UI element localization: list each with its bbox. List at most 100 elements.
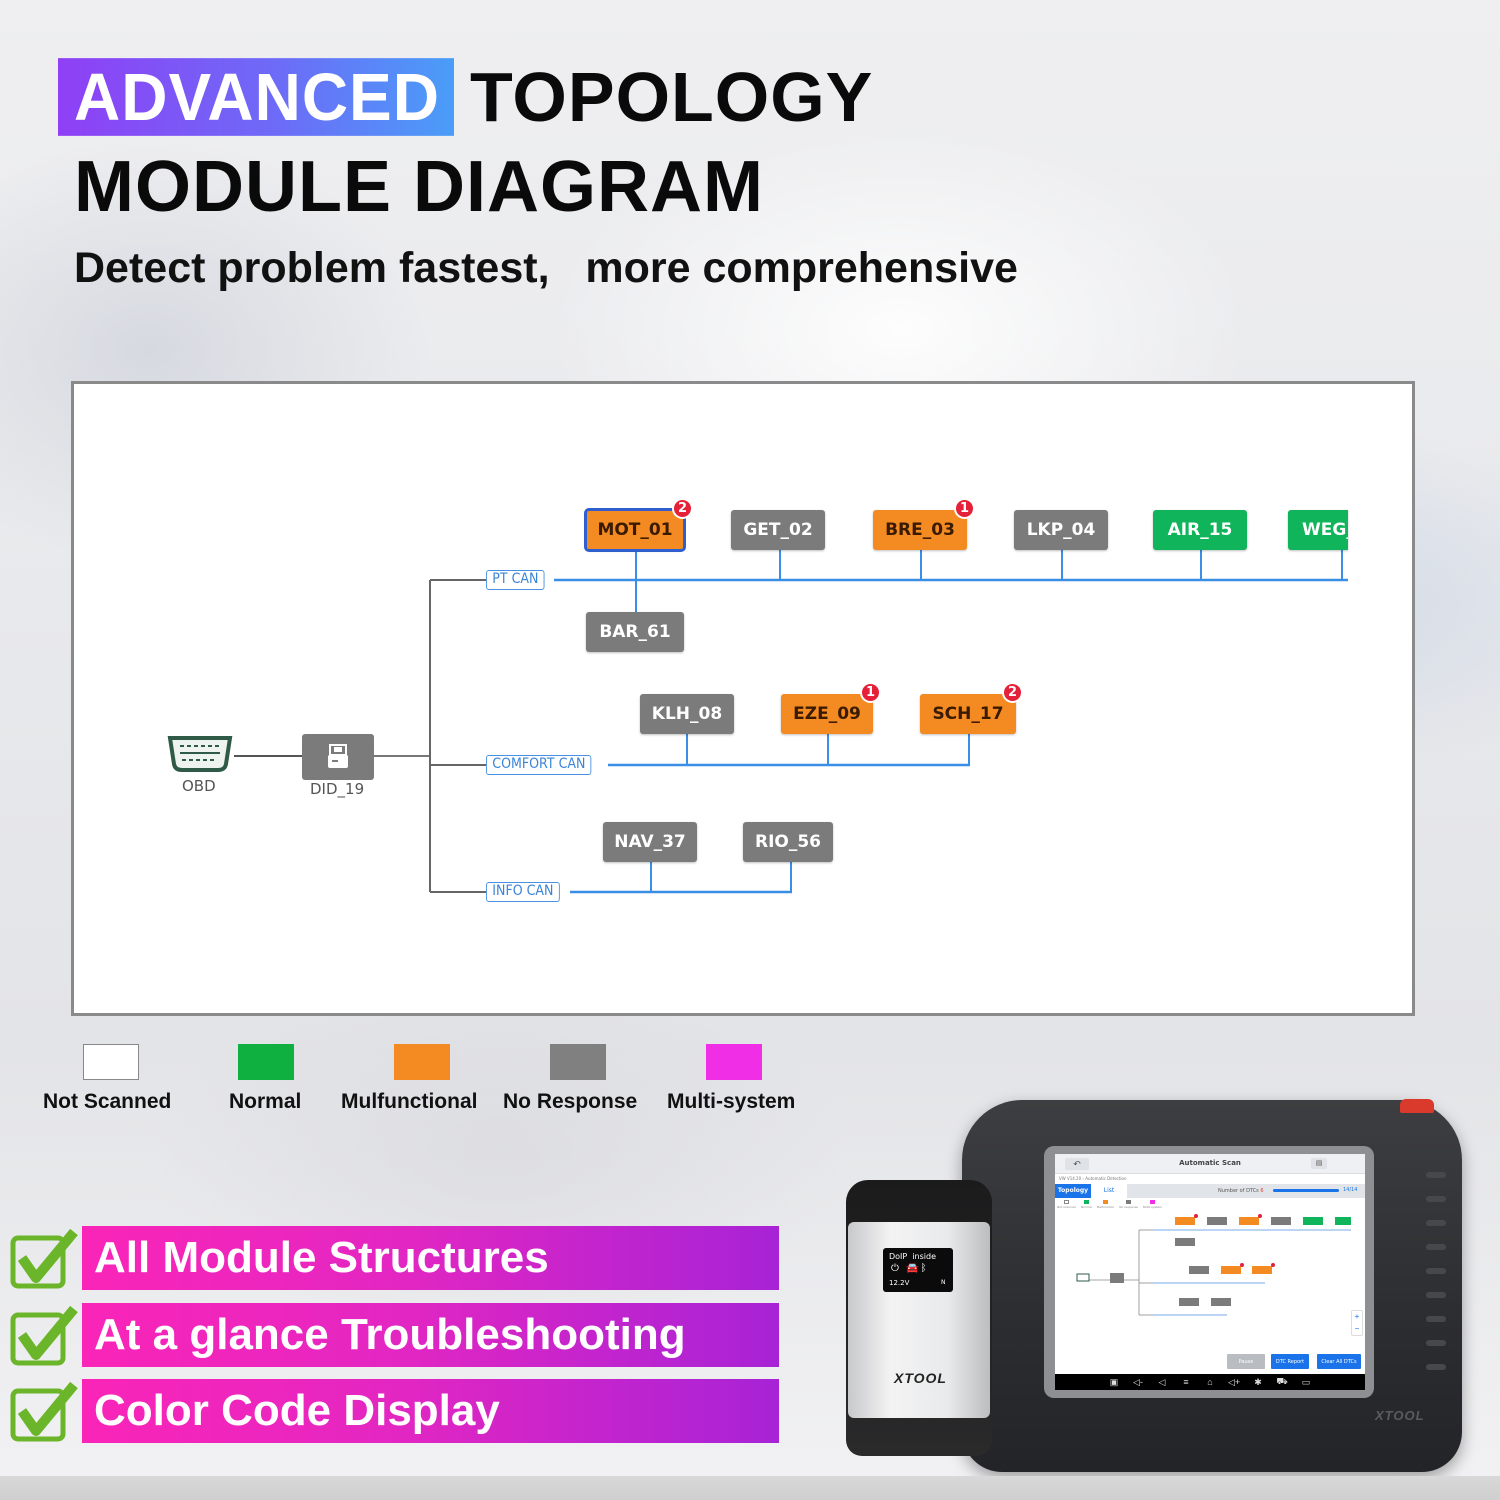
module-node[interactable]: WEG_ [1288,510,1348,550]
tab-topology[interactable]: Topology [1055,1184,1091,1198]
module-id: SCH_17 [932,704,1004,724]
screen-legend-item: Not scanned [1057,1200,1076,1209]
module-id: BRE_03 [885,520,955,540]
module-node[interactable]: NAV_37 [603,822,697,862]
module-id: KLH_08 [651,704,723,724]
vci-status-icons: ⏻ 🚘ᛒ [891,1263,929,1274]
checkbox-checked-icon [10,1305,78,1366]
zoom-controls: + − [1351,1310,1363,1336]
message-icon[interactable]: ▤ [1311,1158,1327,1169]
dtc-count-badge: 2 [672,498,693,519]
pause-button[interactable]: Pause [1227,1354,1265,1369]
module-node[interactable]: KLH_08 [640,694,734,734]
settings-icon[interactable]: ✱ [1252,1377,1264,1388]
module-node[interactable]: BAR_61 [586,612,684,652]
menu-icon[interactable]: ≡ [1180,1377,1192,1387]
back-icon[interactable]: ◁ [1156,1377,1168,1388]
legend-item-not-scanned [83,1044,139,1080]
screen-legend-item: Multi-system [1143,1200,1162,1209]
topology-diagram-panel: OBD DID_19 PT CAN COMFORT CAN INFO CAN M… [71,381,1415,1016]
legend-swatch [550,1044,606,1080]
mini-topology-diagram [1076,1214,1351,1316]
gateway-label: DID_19 [310,780,365,798]
module-id: EZE_09 [793,704,861,724]
tab-list[interactable]: List [1091,1184,1127,1198]
screen-breadcrumb: VW V14.20 › Automatic Detection [1059,1176,1127,1181]
legend-label: Not Scanned [43,1090,172,1113]
bus-label-pt-can[interactable]: PT CAN [486,570,545,590]
tablet-brand-logo: XTOOL [1375,1408,1425,1423]
dtc-count-badge: 2 [1002,682,1023,703]
checkbox-checked-icon [10,1381,78,1442]
dtc-count-label: Number of DTCs 6 [1218,1188,1264,1194]
feature-label: All Module Structures [82,1226,779,1290]
legend-swatch [83,1044,139,1080]
feature-label: At a glance Troubleshooting [82,1303,779,1367]
feature-label: Color Code Display [82,1379,779,1443]
screenshot-icon[interactable]: ▣ [1108,1377,1120,1388]
legend-swatch [706,1044,762,1080]
module-id: AIR_15 [1167,520,1233,540]
module-id: RIO_56 [754,832,822,852]
dtc-count-badge: 1 [954,498,975,519]
vci-mode: N [941,1279,946,1286]
volume-down-icon[interactable]: ◁- [1132,1377,1144,1388]
module-node[interactable]: RIO_56 [743,822,833,862]
module-id: GET_02 [743,520,813,540]
module-id: NAV_37 [614,832,686,852]
screen-tab-bar: Topology List Number of DTCs 6 14/14 [1055,1184,1365,1198]
dtc-report-button[interactable]: DTC Report [1271,1354,1309,1369]
vci-doip-label: DoIP inside [889,1252,937,1261]
car-icon[interactable]: ⛟ [1276,1376,1288,1388]
screen-legend-item: Malfunction [1097,1200,1114,1209]
tablet-screen: ↶ Automatic Scan ▤ VW V14.20 › Automatic… [1055,1154,1365,1374]
module-node[interactable]: LKP_04 [1014,510,1108,550]
module-node[interactable]: GET_02 [731,510,825,550]
module-node[interactable]: EZE_09 [781,694,873,734]
checkbox-checked-icon [10,1228,78,1289]
scan-progress-fill [1273,1189,1339,1192]
volume-up-icon[interactable]: ◁+ [1228,1377,1240,1388]
subtitle: Detect problem fastest, more comprehensi… [74,244,1018,292]
module-id: MOT_01 [597,520,673,540]
clear-all-dtcs-button[interactable]: Clear All DTCs [1317,1354,1361,1369]
legend-label: No Response [503,1090,638,1113]
vci-display: DoIP inside ⏻ 🚘ᛒ 12.2V N [883,1248,953,1292]
obd-connector-icon[interactable] [166,734,234,774]
scan-progress-bar [1273,1189,1339,1192]
bottom-strip [0,1476,1500,1500]
module-id: LKP_04 [1026,520,1096,540]
module-id: WEG_ [1302,520,1348,540]
bus-label-comfort-can[interactable]: COMFORT CAN [486,755,592,775]
record-icon[interactable]: ▭ [1300,1377,1312,1388]
legend-swatch [394,1044,450,1080]
gateway-router-icon [328,744,348,768]
home-icon[interactable]: ⌂ [1204,1377,1216,1387]
legend-label: Mulfunctional [341,1090,478,1113]
headline-highlight: ADVANCED [58,58,454,136]
gateway-node[interactable] [302,734,374,780]
zoom-in-button[interactable]: + [1352,1311,1362,1323]
screen-legend-item: Normal [1081,1200,1092,1209]
module-id: BAR_61 [599,622,671,642]
module-node[interactable]: SCH_17 [920,694,1016,734]
headline-row-1: ADVANCED TOPOLOGY [58,58,874,136]
headline-word: TOPOLOGY [469,58,874,136]
zoom-out-button[interactable]: − [1352,1323,1362,1335]
legend-item-malfunctional [394,1044,450,1080]
screen-legend: Not scanned Normal Malfunction No respon… [1057,1200,1162,1209]
module-node[interactable]: MOT_01 [584,508,686,552]
screen-legend-item: No response [1119,1200,1138,1209]
vci-voltage: 12.2V [889,1279,910,1287]
module-node[interactable]: AIR_15 [1153,510,1247,550]
headline-row-2: MODULE DIAGRAM [74,147,764,227]
bus-label-info-can[interactable]: INFO CAN [486,882,560,902]
scan-progress-text: 14/14 [1343,1187,1358,1193]
vci-brand-logo: XTOOL [894,1370,947,1386]
diagram-connectors [234,550,1348,894]
android-nav-bar: ▣ ◁- ◁ ≡ ⌂ ◁+ ✱ ⛟ ▭ [1055,1374,1365,1390]
legend-item-normal [238,1044,294,1080]
legend-item-multi-system [706,1044,762,1080]
module-node[interactable]: BRE_03 [873,510,967,550]
mini-nodes [1076,1214,1351,1306]
